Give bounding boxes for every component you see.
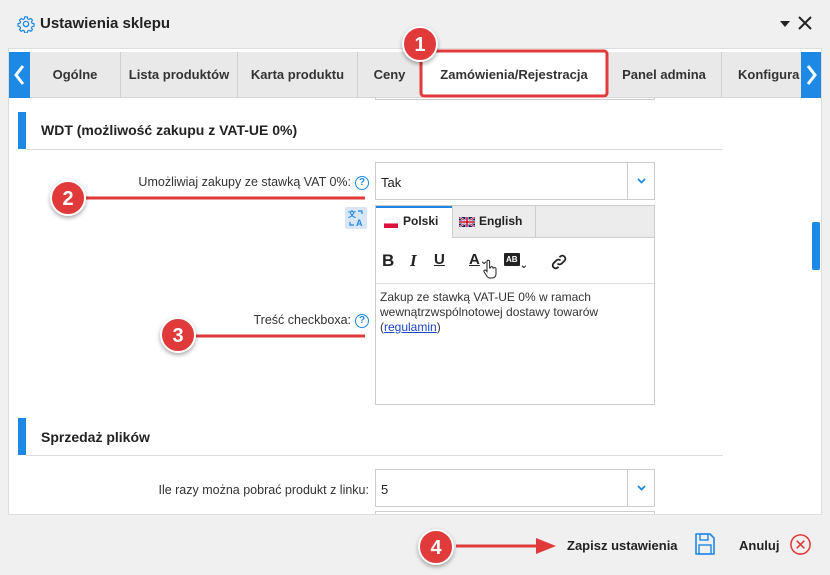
lang-tab-label: English: [479, 214, 523, 228]
dialog-content: Ogólne Lista produktów Karta produktu Ce…: [8, 48, 822, 515]
tab-lista-produktow[interactable]: Lista produktów: [121, 52, 238, 98]
bold-button[interactable]: B: [382, 251, 394, 273]
annotation-callout-2: 2: [50, 180, 86, 216]
help-icon[interactable]: ?: [355, 176, 369, 190]
highlight-button[interactable]: AB⌄: [504, 253, 528, 275]
downloads-label: Ile razy można pobrać produkt z linku:: [158, 483, 369, 497]
flag-pl-icon: [384, 219, 398, 228]
chevron-down-icon: ⌄: [519, 260, 528, 271]
save-icon[interactable]: [693, 532, 717, 556]
editor-text-after: ): [436, 320, 441, 334]
vat-zero-select[interactable]: Tak: [375, 162, 655, 200]
tabs-scroll-right-button[interactable]: [801, 52, 821, 98]
tabs-scroll-left-button[interactable]: [9, 52, 30, 98]
vat-zero-select-value: Tak: [381, 175, 402, 190]
italic-button[interactable]: I: [410, 251, 417, 273]
editor-toolbar: B I U A ⌄ AB⌄: [376, 239, 654, 284]
section-divider: [26, 149, 723, 150]
tab-ogolne[interactable]: Ogólne: [30, 52, 121, 98]
underline-button[interactable]: U: [434, 251, 445, 273]
editor-content[interactable]: Zakup ze stawką VAT-UE 0% w ramach wewną…: [380, 290, 650, 335]
lang-tab-english[interactable]: English: [452, 206, 536, 238]
chevron-down-icon[interactable]: [778, 17, 792, 31]
select-toggle[interactable]: [627, 470, 654, 506]
help-icon[interactable]: ?: [355, 314, 369, 328]
chevron-left-icon: [14, 65, 25, 85]
regulamin-link[interactable]: regulamin: [384, 320, 437, 334]
tab-konfiguracja[interactable]: Konfigura: [722, 52, 801, 98]
chevron-down-icon: [637, 485, 646, 491]
svg-text:A: A: [356, 218, 363, 228]
gear-icon: [17, 16, 35, 33]
flag-uk-icon: [459, 217, 475, 227]
annotation-callout-4: 4: [418, 529, 454, 565]
scrollbar-thumb[interactable]: [812, 222, 820, 270]
select-toggle[interactable]: [627, 163, 654, 199]
annotation-callout-1: 1: [402, 26, 438, 62]
lang-tab-label: Polski: [403, 214, 439, 228]
checkbox-text-editor: Polski English B I U A ⌄ AB⌄ Zakup ze sta…: [375, 205, 655, 405]
close-icon[interactable]: [797, 15, 813, 31]
downloads-select[interactable]: 5: [375, 469, 655, 507]
translate-icon: 文 A: [348, 209, 363, 228]
translate-button[interactable]: 文 A: [345, 207, 367, 229]
cancel-circle-icon[interactable]: [789, 533, 812, 556]
previous-field-bottom: [375, 98, 655, 100]
language-tabs: Polski English: [376, 206, 654, 239]
tab-zamowienia-rejestracja[interactable]: Zamówienia/Rejestracja: [422, 52, 607, 98]
chevron-right-icon: [806, 65, 817, 85]
section-divider: [26, 455, 723, 456]
section-accent-bar: [18, 418, 26, 455]
section-title-files: Sprzedaż plików: [41, 429, 150, 445]
dialog-title: Ustawienia sklepu: [40, 15, 171, 32]
downloads-select-value: 5: [381, 482, 389, 497]
hand-cursor-icon: [483, 259, 497, 279]
cancel-button[interactable]: Anuluj: [739, 538, 779, 553]
tab-panel-admina[interactable]: Panel admina: [607, 52, 722, 98]
link-icon[interactable]: [550, 253, 568, 271]
tab-karta-produktu[interactable]: Karta produktu: [238, 52, 358, 98]
chevron-down-icon: [637, 178, 646, 184]
highlight-glyph: AB: [504, 253, 520, 266]
vat-zero-label: Umożliwiaj zakupy ze stawką VAT 0%:: [138, 175, 351, 189]
section-title-wdt: WDT (możliwość zakupu z VAT-UE 0%): [41, 122, 298, 138]
section-accent-bar: [18, 112, 26, 149]
save-button[interactable]: Zapisz ustawienia: [567, 538, 678, 553]
lang-tab-polski[interactable]: Polski: [376, 206, 452, 239]
font-color-glyph: A: [469, 251, 480, 268]
annotation-callout-3: 3: [160, 317, 196, 353]
